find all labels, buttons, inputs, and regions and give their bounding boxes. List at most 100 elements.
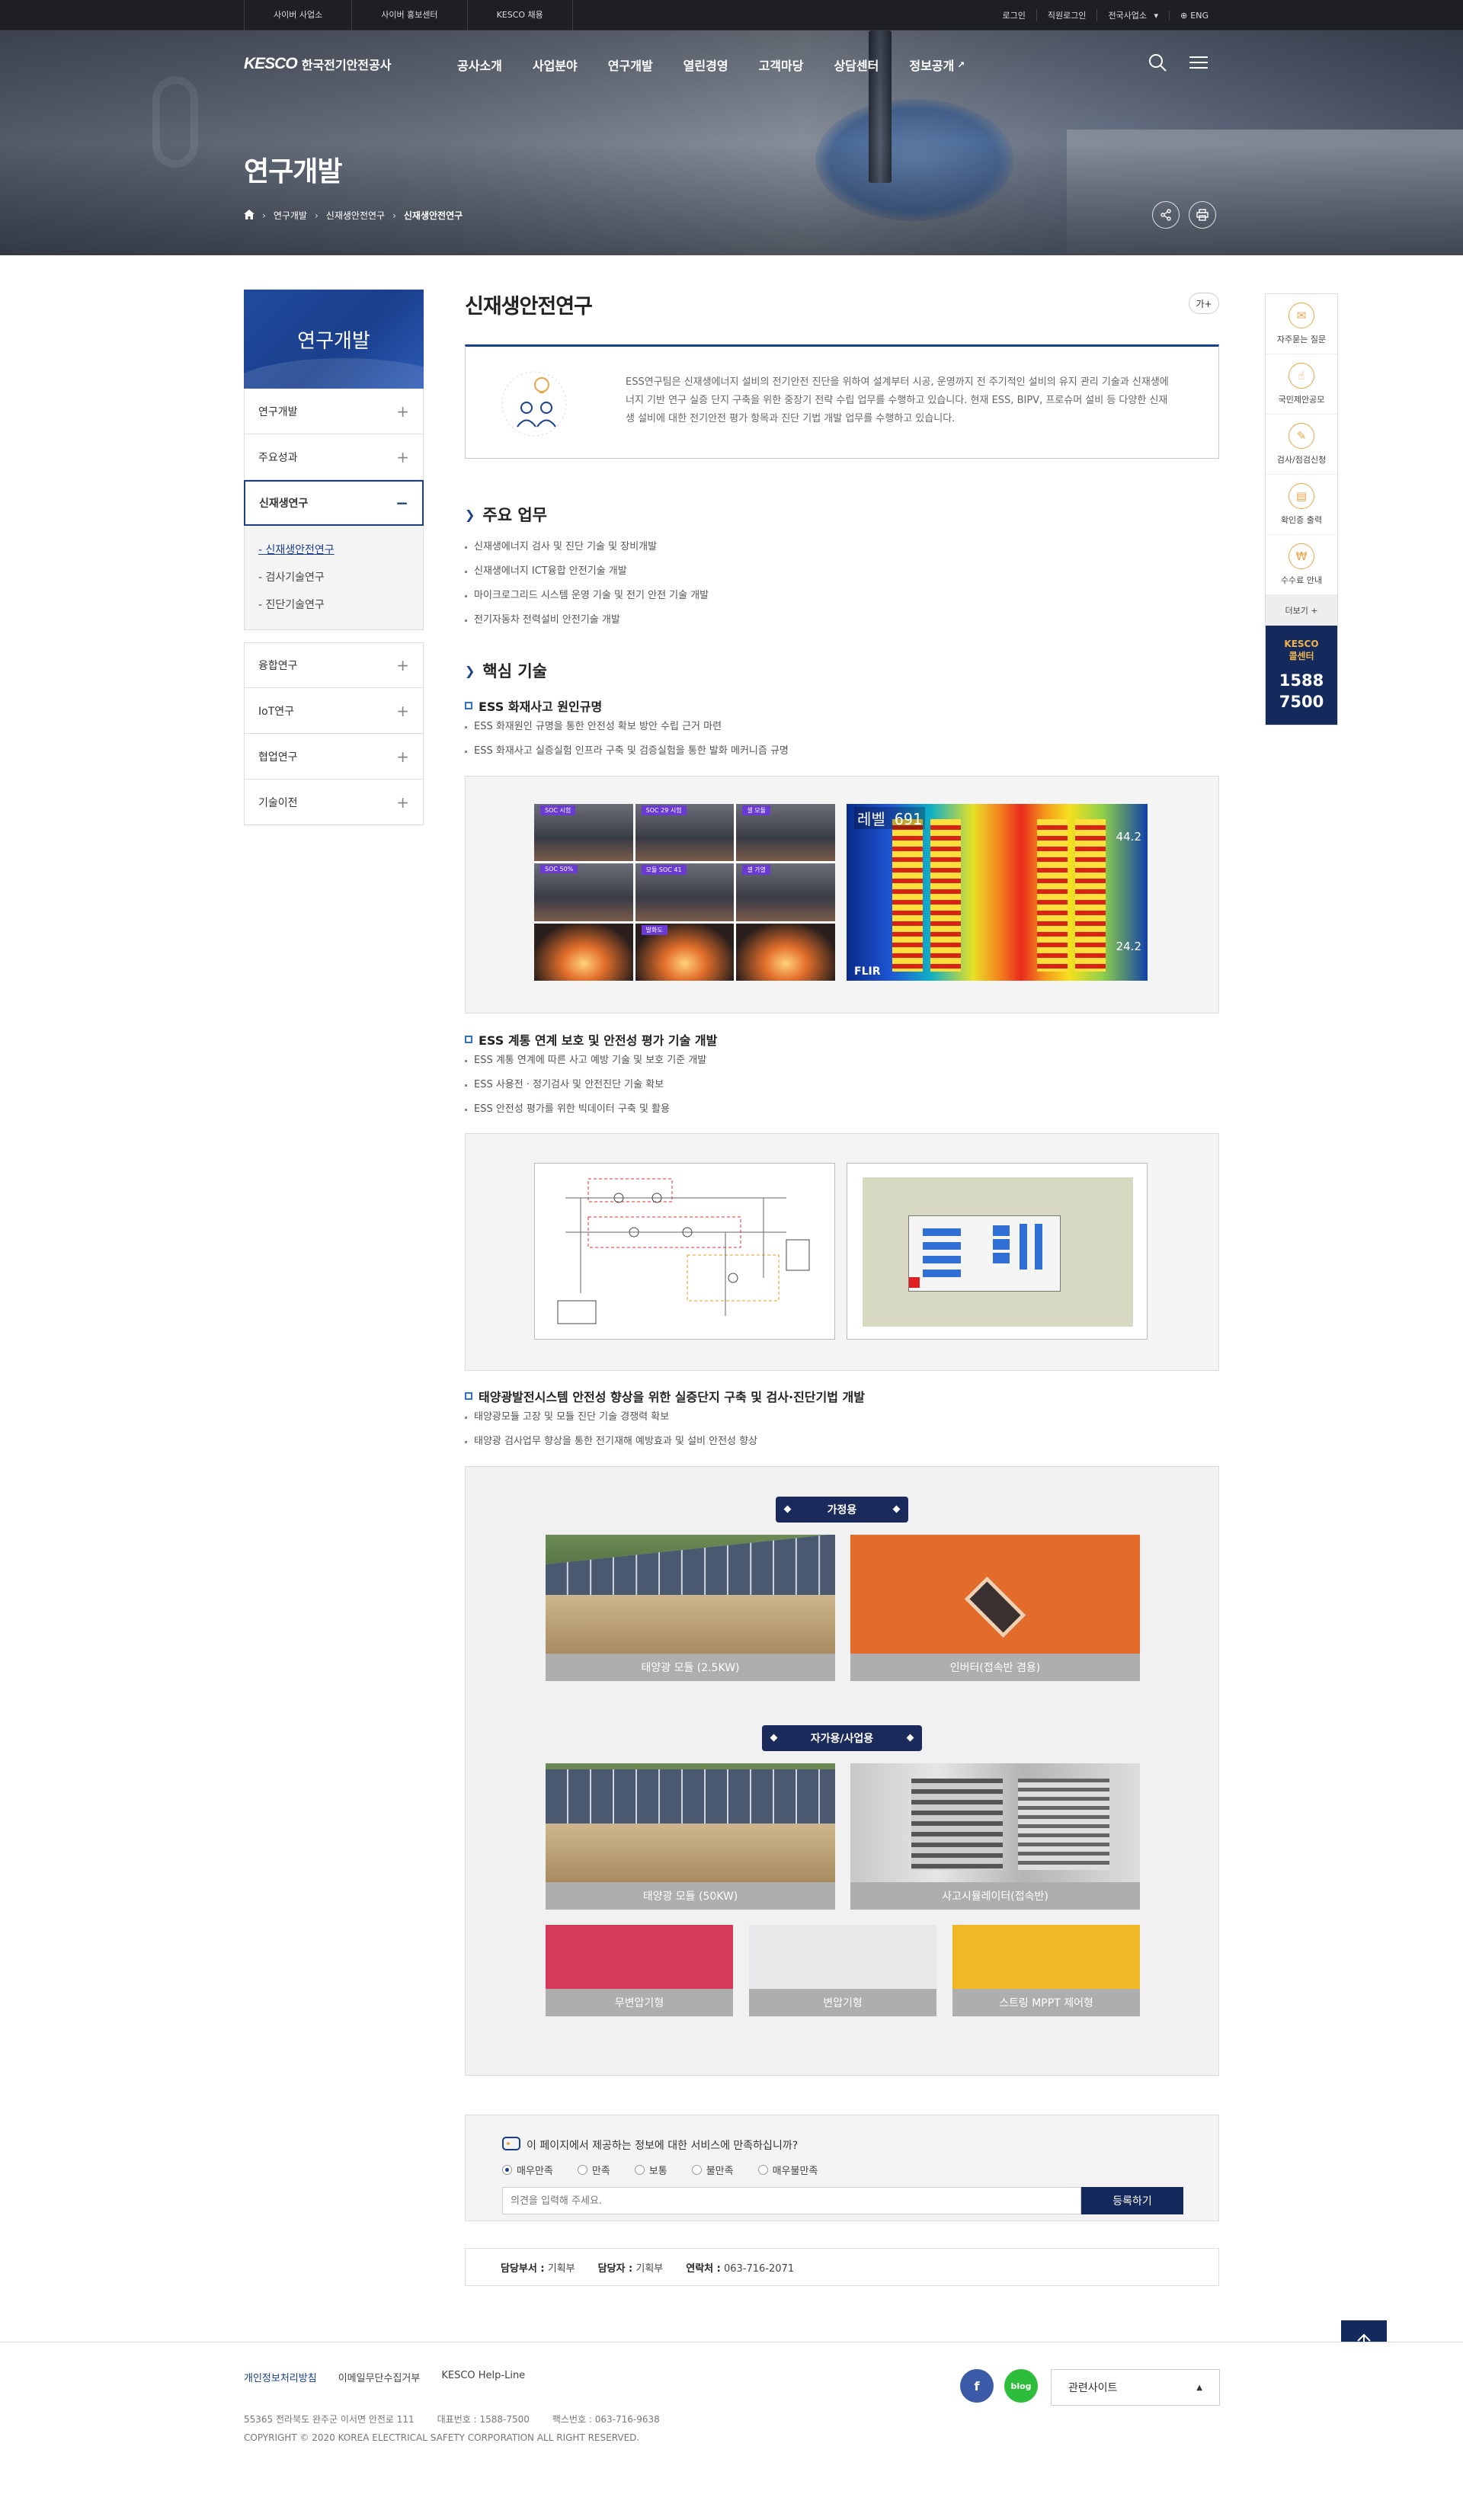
plus-icon: + xyxy=(396,793,409,812)
menu-icon[interactable] xyxy=(1188,52,1209,76)
branch-dropdown[interactable]: 전국사업소 ▾ xyxy=(1096,9,1169,21)
hero-actions xyxy=(1152,201,1216,229)
cyber-pr-center-link[interactable]: 사이버 홍보센터 xyxy=(351,0,466,30)
photo-caption: 변압기형 xyxy=(749,1989,936,2016)
ess-grid-figure xyxy=(465,1133,1219,1371)
survey-option-neutral[interactable]: 보통 xyxy=(634,2163,667,2177)
pv-figure: 가정용 태양광 모듈 (2.5KW) 인버터(접속반 겸용) 자가용/사업용 태… xyxy=(465,1466,1219,2076)
gnb-management[interactable]: 열린경영 xyxy=(668,53,744,76)
photo-ground xyxy=(546,1824,835,1882)
gnb-customer[interactable]: 고객마당 xyxy=(744,53,819,76)
quick-certificate[interactable]: ▤ 확인증 출력 xyxy=(1266,475,1337,535)
breadcrumb: › 연구개발 › 신재생안전연구 › 신재생안전연구 xyxy=(244,209,463,222)
photo-caption: 무변압기형 xyxy=(546,1989,733,2016)
side-nav-label: 주요성과 xyxy=(258,451,298,464)
breadcrumb-separator-icon: › xyxy=(392,210,396,221)
site-logo[interactable]: KESCO 한국전기안전공사 xyxy=(244,55,391,73)
side-nav-item-active[interactable]: 신재생연구 − xyxy=(244,480,424,526)
search-icon[interactable] xyxy=(1147,52,1168,76)
gnb-about[interactable]: 공사소개 xyxy=(442,53,517,76)
footer-links: 개인정보처리방침 이메일무단수집거부 KESCO Help-Line xyxy=(244,2370,525,2384)
fire-test-photo-grid: SOC 시험 SOC 29 시험 셀 모듈 SOC 50% 모듈 SOC 41 … xyxy=(534,804,835,981)
plus-icon: + xyxy=(396,747,409,766)
font-size-button[interactable]: 가+ xyxy=(1189,293,1219,314)
email-refusal-link[interactable]: 이메일무단수집거부 xyxy=(338,2370,421,2384)
cyber-office-link[interactable]: 사이버 사업소 xyxy=(244,0,351,30)
quick-more-button[interactable]: 더보기 + xyxy=(1266,595,1337,626)
gnb-disclosure[interactable]: 정보공개 ↗ xyxy=(894,53,980,76)
square-bullet-icon xyxy=(465,1036,472,1043)
help-line-link[interactable]: KESCO Help-Line xyxy=(441,2370,525,2384)
social-links: f blog xyxy=(960,2369,1038,2403)
related-sites-select[interactable]: 관련사이트 ▲ xyxy=(1051,2369,1220,2406)
quick-inspection[interactable]: ✎ 검사/점검신청 xyxy=(1266,415,1337,475)
submenu-item[interactable]: - 검사기술연구 xyxy=(258,564,409,591)
address-text: 55365 전라북도 완주군 이서면 안전로 111 xyxy=(244,2414,415,2425)
site-footer: 개인정보처리방침 이메일무단수집거부 KESCO Help-Line 55365… xyxy=(0,2342,1463,2520)
home-icon[interactable] xyxy=(244,209,255,222)
side-nav-item[interactable]: 협업연구 + xyxy=(244,734,424,780)
radio-selected-icon xyxy=(502,2165,512,2175)
transformerless-inverter-photo: 무변압기형 xyxy=(546,1925,733,2016)
photo-label: 셀 가열 xyxy=(742,865,770,876)
share-button[interactable] xyxy=(1152,201,1180,229)
staff-login-link[interactable]: 직원로그인 xyxy=(1036,9,1097,21)
radio-icon xyxy=(757,2165,768,2175)
side-nav-item[interactable]: 기술이전 + xyxy=(244,780,424,825)
photo-caption: 인버터(접속반 겸용) xyxy=(850,1654,1140,1681)
quick-proposal[interactable]: ☝ 국민제안공모 xyxy=(1266,354,1337,415)
survey-option-very-satisfied[interactable]: 매우만족 xyxy=(502,2163,553,2177)
submit-button[interactable]: 등록하기 xyxy=(1081,2187,1183,2214)
survey-option-very-dissatisfied[interactable]: 매우불만족 xyxy=(757,2163,818,2177)
caret-up-icon: ▲ xyxy=(1196,2383,1202,2392)
fire-test-photo: 모듈 SOC 41 xyxy=(635,863,735,921)
blog-icon[interactable]: blog xyxy=(1004,2369,1038,2403)
plus-icon: + xyxy=(396,447,409,466)
fire-test-photo xyxy=(736,923,835,981)
sub-heading: ESS 화재사고 원인규명 xyxy=(465,696,602,715)
manager-dept-value: 기획부 xyxy=(547,2262,575,2275)
breadcrumb-item[interactable]: 연구개발 xyxy=(274,209,307,222)
side-nav-item[interactable]: 주요성과 + xyxy=(244,434,424,480)
photo-label: SOC 시험 xyxy=(540,805,576,815)
quick-label: 검사/점검신청 xyxy=(1276,455,1327,465)
english-link[interactable]: ⊕ ENG xyxy=(1169,10,1219,21)
researcher-idea-icon xyxy=(496,370,572,438)
floor-plan-room xyxy=(863,1177,1133,1327)
external-link-icon: ↗ xyxy=(957,59,965,70)
caret-down-icon: ▾ xyxy=(1154,11,1159,21)
survey-options: 매우만족 만족 보통 불만족 매우불만족 xyxy=(502,2163,818,2177)
survey-option-satisfied[interactable]: 만족 xyxy=(577,2163,610,2177)
side-nav-label: 신재생연구 xyxy=(259,498,309,510)
thermal-column xyxy=(1075,819,1106,972)
manager-tel: 연락처 : 063-716-2071 xyxy=(686,2260,794,2275)
pv-module-photo: 태양광 모듈 (2.5KW) xyxy=(546,1535,835,1681)
gnb-counsel[interactable]: 상담센터 xyxy=(818,53,894,76)
privacy-policy-link[interactable]: 개인정보처리방침 xyxy=(244,2370,317,2384)
square-bullet-icon xyxy=(465,702,472,709)
copyright: COPYRIGHT © 2020 KOREA ELECTRICAL SAFETY… xyxy=(244,2432,640,2443)
breadcrumb-item[interactable]: 신재생안전연구 xyxy=(326,209,385,222)
list-item: ESS 계통 연계에 따른 사고 예방 기술 및 보호 기준 개발 xyxy=(465,1049,706,1073)
radio-icon xyxy=(577,2165,587,2175)
print-button[interactable] xyxy=(1189,201,1216,229)
gnb-research[interactable]: 연구개발 xyxy=(593,53,668,76)
facebook-icon[interactable]: f xyxy=(960,2369,994,2403)
side-nav-item[interactable]: 연구개발 + xyxy=(244,389,424,434)
side-nav-item[interactable]: 융합연구 + xyxy=(244,642,424,688)
login-link[interactable]: 로그인 xyxy=(991,9,1036,21)
kesco-recruit-link[interactable]: KESCO 채용 xyxy=(466,0,573,30)
survey-option-dissatisfied[interactable]: 불만족 xyxy=(691,2163,734,2177)
submenu-item-current[interactable]: - 신재생안전연구 xyxy=(258,536,409,564)
quick-faq[interactable]: ✉ 자주묻는 질문 xyxy=(1266,294,1337,354)
side-nav-label: IoT연구 xyxy=(258,705,295,718)
gnb-business[interactable]: 사업분야 xyxy=(517,53,593,76)
manager-tel-label: 연락처 : xyxy=(686,2262,721,2275)
circuit-diagram-image xyxy=(534,1163,835,1340)
manager-tel-value: 063-716-2071 xyxy=(724,2262,795,2275)
submenu-item[interactable]: - 진단기술연구 xyxy=(258,591,409,619)
side-nav-item[interactable]: IoT연구 + xyxy=(244,688,424,734)
breadcrumb-separator-icon: › xyxy=(314,210,319,221)
opinion-input[interactable] xyxy=(502,2187,1081,2214)
quick-fee[interactable]: ₩ 수수료 안내 xyxy=(1266,535,1337,595)
